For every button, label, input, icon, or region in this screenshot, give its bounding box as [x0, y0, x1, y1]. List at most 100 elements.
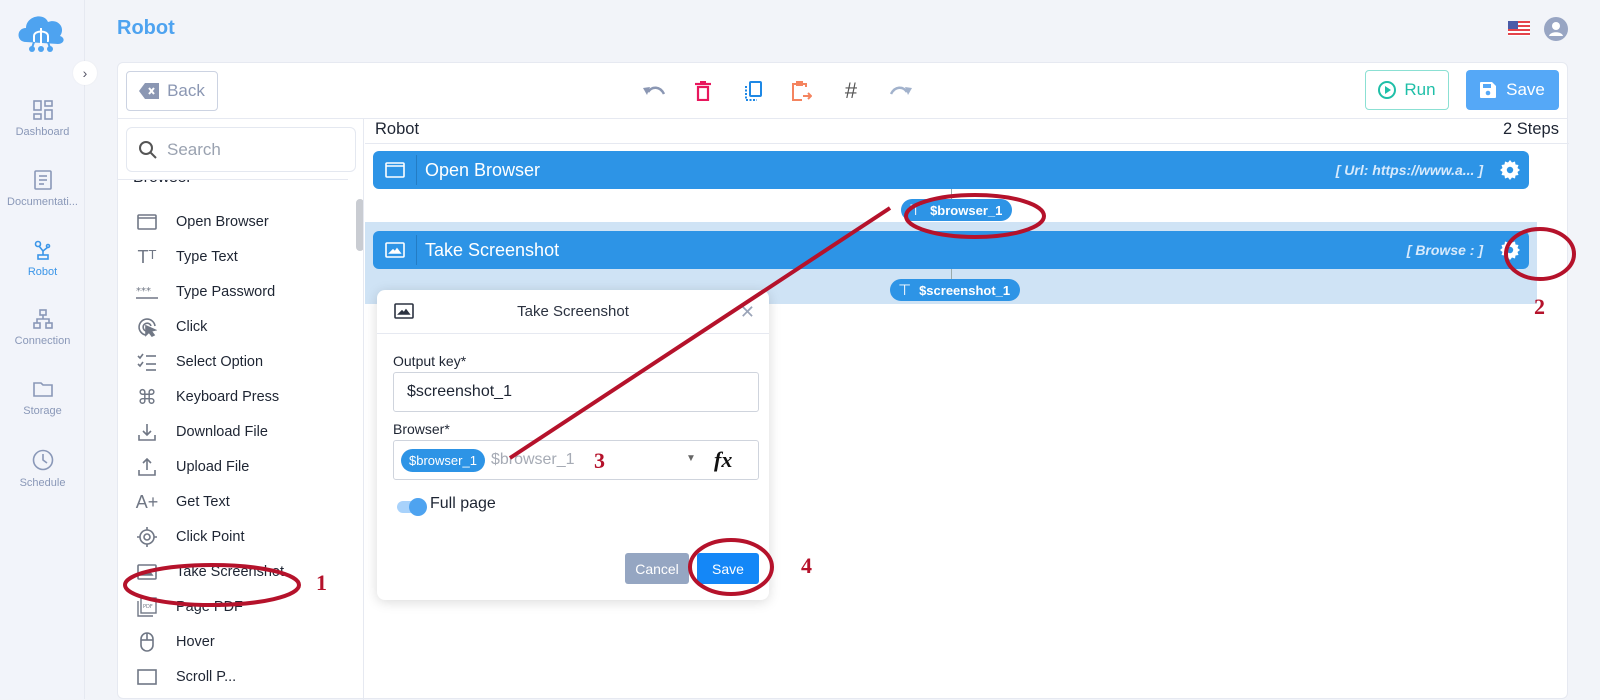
function-icon[interactable]: fx: [714, 447, 732, 473]
palette-item-open-browser[interactable]: Open Browser: [118, 205, 348, 239]
sidebar-item-label: Documentati...: [7, 196, 78, 208]
step-take-screenshot[interactable]: Take Screenshot [ Browse : ]: [373, 231, 1529, 269]
sidebar-item-label: Robot: [27, 266, 58, 278]
sidebar-item-robot[interactable]: Robot: [0, 240, 85, 278]
dashboard-icon: [32, 100, 53, 120]
browser-chip[interactable]: $browser_1: [401, 448, 485, 472]
step-settings-button[interactable]: [1497, 160, 1523, 180]
palette-item-label: Hover: [176, 634, 215, 650]
cancel-button[interactable]: Cancel: [625, 553, 689, 584]
palette-item-take-screenshot[interactable]: Take Screenshot: [118, 555, 348, 589]
download-icon: [138, 424, 156, 441]
hash-button[interactable]: #: [838, 78, 864, 104]
dialog-header: Take Screenshot ✕: [377, 290, 769, 334]
dialog-save-button[interactable]: Save: [697, 553, 759, 584]
svg-text:***: ***: [136, 286, 151, 297]
caret-down-icon[interactable]: ▼: [686, 453, 696, 464]
palette-item-upload-file[interactable]: Upload File: [118, 450, 348, 484]
us-flag-icon[interactable]: [1508, 21, 1530, 36]
undo-button[interactable]: [641, 78, 667, 104]
palette-item-label: Scroll P...: [176, 669, 237, 685]
sidebar-item-documentation[interactable]: Documentati...: [0, 170, 85, 208]
palette-item-keyboard-press[interactable]: ⌘ Keyboard Press: [118, 380, 348, 414]
palette-item-label: Type Password: [176, 284, 276, 300]
hash-icon: #: [844, 78, 858, 103]
text-plus-icon: A+: [135, 491, 159, 512]
sidebar-item-dashboard[interactable]: Dashboard: [0, 100, 85, 138]
dialog-title: Take Screenshot: [517, 303, 629, 320]
palette-scrollbar[interactable]: [356, 199, 363, 251]
robot-icon: [34, 240, 50, 260]
delete-button[interactable]: [690, 78, 716, 104]
full-page-toggle[interactable]: [397, 498, 427, 516]
palette-item-type-text[interactable]: TT Type Text: [118, 240, 348, 274]
search-input[interactable]: Search: [126, 127, 356, 172]
annotation-number-3: 3: [594, 448, 605, 473]
sidebar-item-label: Dashboard: [15, 126, 70, 138]
redo-button[interactable]: [888, 78, 914, 104]
window-icon: [384, 162, 405, 178]
target-icon: [137, 527, 157, 547]
palette-item-scroll[interactable]: Scroll P...: [118, 660, 348, 694]
sidebar: Dashboard Documentati... Robot Connectio…: [0, 0, 85, 699]
scroll-icon: [137, 669, 157, 685]
mouse-icon: [140, 632, 154, 652]
palette-item-download-file[interactable]: Download File: [118, 415, 348, 449]
palette-item-label: Open Browser: [176, 214, 269, 230]
palette-group-title[interactable]: Browser: [133, 180, 192, 187]
close-icon[interactable]: ✕: [740, 302, 755, 323]
back-button[interactable]: Back: [126, 71, 218, 111]
sidebar-item-schedule[interactable]: Schedule: [0, 449, 85, 489]
click-icon: [138, 318, 157, 337]
output-key-pill[interactable]: ⊤ $browser_1: [901, 199, 1013, 221]
palette-item-page-pdf[interactable]: PDF Page PDF: [118, 590, 348, 624]
step-name: Take Screenshot: [425, 239, 560, 260]
clock-icon: [32, 449, 53, 471]
duplicate-button[interactable]: [740, 78, 766, 104]
browser-select[interactable]: $browser_1 $browser_1 ▼ fx: [393, 440, 759, 480]
sidebar-item-label: Schedule: [19, 477, 66, 489]
palette-item-label: Page PDF: [176, 599, 243, 615]
palette-item-get-text[interactable]: A+ Get Text: [118, 485, 348, 519]
step-settings-button[interactable]: [1497, 240, 1523, 260]
palette-item-label: Keyboard Press: [176, 389, 280, 405]
palette-item-click[interactable]: Click: [118, 310, 348, 344]
sidebar-item-label: Storage: [23, 405, 62, 417]
duplicate-icon: [745, 81, 762, 101]
sidebar-expand-button[interactable]: ›: [73, 61, 97, 85]
palette-item-label: Select Option: [176, 354, 264, 370]
step-param: [ Browse : ]: [1406, 242, 1483, 258]
connection-icon: [32, 309, 53, 329]
steps-count: 2 Steps: [1503, 120, 1559, 138]
password-icon: ***: [136, 286, 158, 299]
sidebar-item-connection[interactable]: Connection: [0, 309, 85, 347]
annotation-number-2: 2: [1534, 294, 1545, 319]
user-avatar[interactable]: [1544, 17, 1568, 41]
palette-item-label: Click: [176, 319, 208, 335]
palette-item-label: Type Text: [176, 249, 238, 265]
run-label: Run: [1404, 80, 1436, 99]
step-open-browser[interactable]: Open Browser [ Url: https://www.a... ]: [373, 151, 1529, 189]
save-button[interactable]: Save: [1466, 70, 1559, 110]
sidebar-item-storage[interactable]: Storage: [0, 379, 85, 417]
text-size-icon: TT: [137, 246, 157, 267]
palette-item-click-point[interactable]: Click Point: [118, 520, 348, 554]
image-icon: [384, 242, 405, 258]
chevron-up-icon[interactable]: ⌃: [313, 180, 325, 189]
run-button[interactable]: Run: [1365, 70, 1449, 110]
step-connector: [951, 189, 952, 199]
palette-list: Browser ⌃ Open Browser TT Type Text *** …: [118, 179, 348, 700]
output-key-pill[interactable]: ⊤ $screenshot_1: [890, 279, 1021, 301]
output-key-field[interactable]: $screenshot_1: [393, 372, 759, 412]
backspace-icon: [139, 83, 160, 99]
paste-button[interactable]: [789, 78, 815, 104]
palette-item-hover[interactable]: Hover: [118, 625, 348, 659]
palette-item-select-option[interactable]: Select Option: [118, 345, 348, 379]
editor-card: Back # Run Save Search ⌃ Open Browser T …: [117, 62, 1569, 700]
palette-item-label: Get Text: [176, 494, 230, 510]
palette-item-type-password[interactable]: *** Type Password: [118, 275, 348, 309]
app-logo-icon[interactable]: [14, 8, 68, 54]
output-key-value: $screenshot_1: [407, 383, 512, 400]
delete-icon: [695, 81, 711, 101]
svg-text:PDF: PDF: [143, 604, 153, 610]
